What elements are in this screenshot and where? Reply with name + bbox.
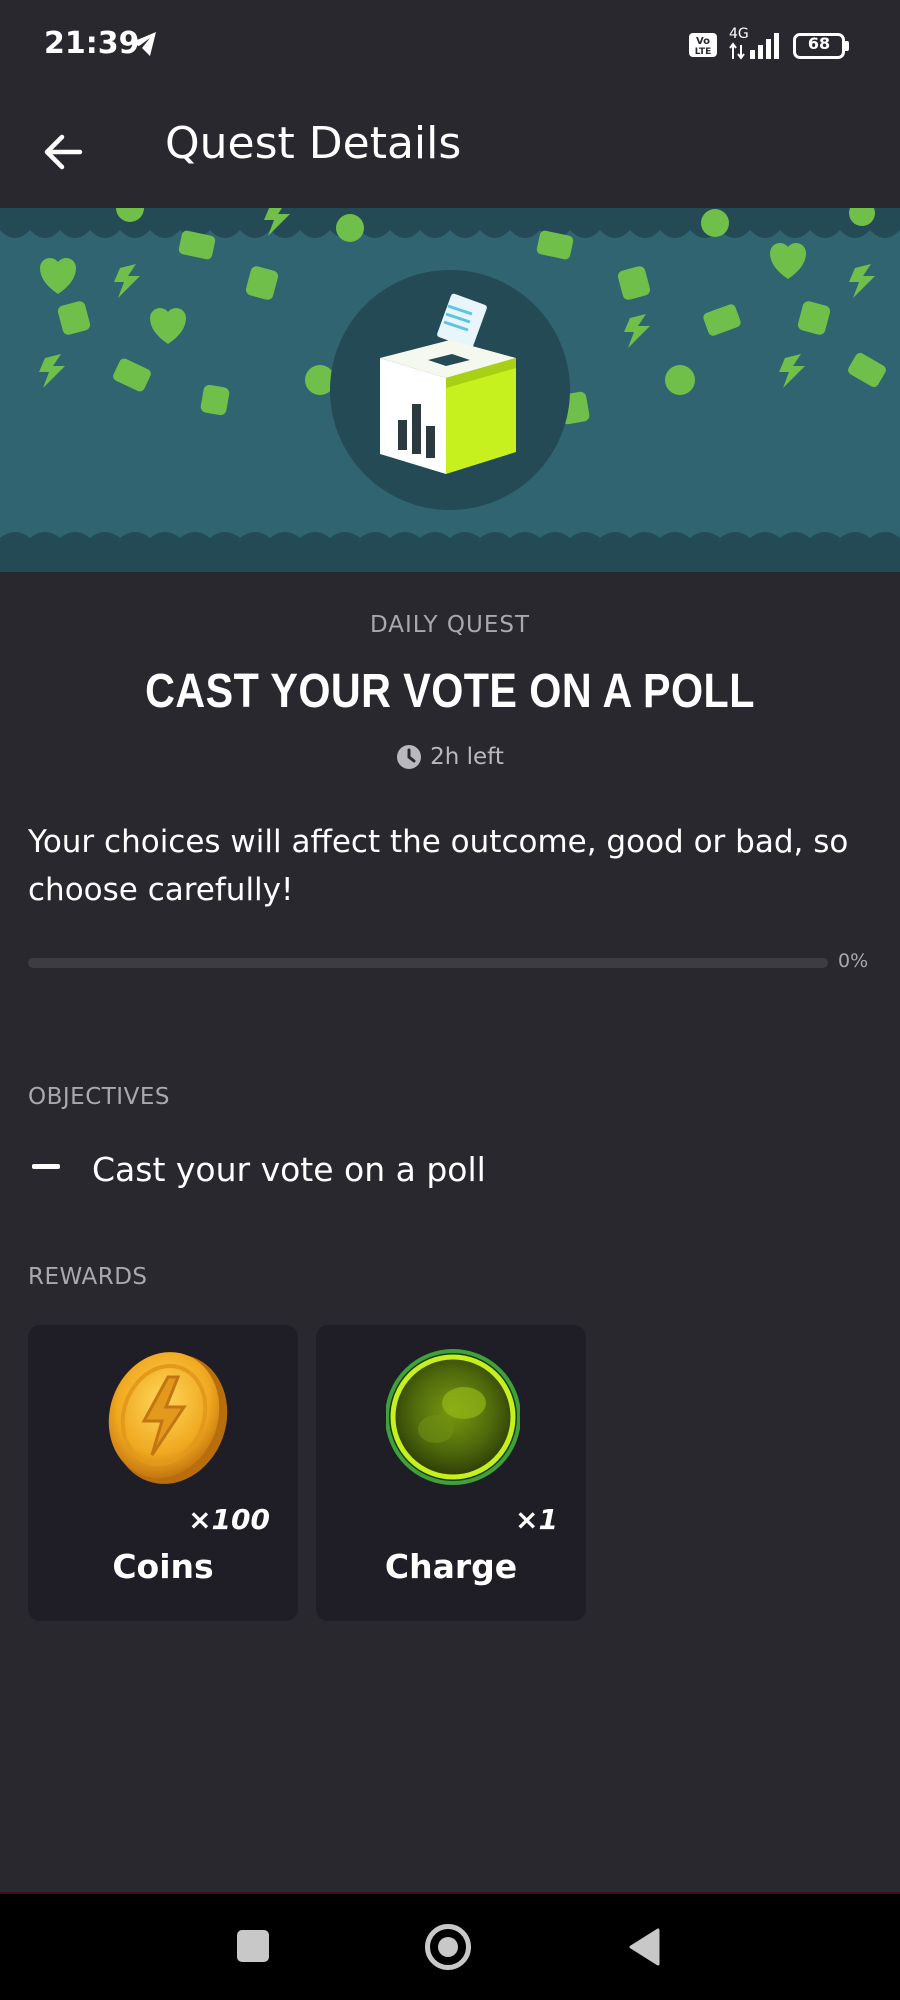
back-button[interactable]	[34, 122, 94, 182]
reward-quantity: ×100	[188, 1503, 270, 1536]
battery-level: 68	[807, 34, 831, 53]
telegram-icon	[128, 30, 158, 58]
time-left-text: 2h left	[430, 744, 504, 770]
time-left: 2h left	[0, 744, 900, 770]
signal-icon	[726, 26, 784, 60]
rewards-label: REWARDS	[28, 1264, 148, 1290]
quest-details-screen: 21:39 Vo LTE 4G 68 Quest Details DAILY Q…	[0, 0, 900, 2000]
navigation-bar	[0, 1894, 900, 2000]
coin-icon	[98, 1347, 232, 1487]
progress-label: 0%	[838, 950, 869, 972]
page-title: Quest Details	[165, 118, 462, 169]
svg-text:Vo: Vo	[696, 36, 710, 47]
arrow-left-icon	[44, 134, 83, 170]
home-button[interactable]	[425, 1924, 471, 1970]
charge-orb-icon	[385, 1347, 521, 1487]
progress-bar	[28, 958, 828, 968]
recent-apps-button[interactable]	[237, 1930, 269, 1962]
reward-card-charge[interactable]: ×1 Charge	[316, 1325, 586, 1621]
status-bar: 21:39 Vo LTE 4G 68	[0, 0, 900, 92]
reward-quantity: ×1	[515, 1503, 558, 1536]
svg-text:LTE: LTE	[695, 47, 712, 57]
quest-description: Your choices will affect the outcome, go…	[28, 824, 849, 908]
objective-item: Cast your vote on a poll	[28, 1150, 878, 1194]
app-bar: Quest Details	[0, 92, 900, 208]
quest-title: CAST YOUR VOTE ON A POLL	[145, 665, 755, 718]
reward-name: Coins	[112, 1547, 214, 1586]
objective-text: Cast your vote on a poll	[92, 1150, 486, 1189]
status-time: 21:39	[44, 26, 140, 61]
volte-icon: Vo LTE	[688, 32, 718, 58]
nav-back-button[interactable]	[628, 1928, 660, 1966]
quest-banner	[0, 208, 900, 572]
clock-icon	[396, 744, 422, 770]
quest-kind: DAILY QUEST	[369, 612, 531, 638]
triangle-back-icon	[629, 1928, 660, 1966]
dash-icon	[32, 1164, 60, 1169]
reward-card-coins[interactable]: ×100 Coins	[28, 1325, 298, 1621]
reward-name: Charge	[384, 1547, 518, 1586]
battery-icon: 68	[793, 33, 849, 59]
banner-pattern	[0, 208, 900, 572]
home-icon	[438, 1937, 458, 1957]
objectives-label: OBJECTIVES	[28, 1084, 170, 1110]
